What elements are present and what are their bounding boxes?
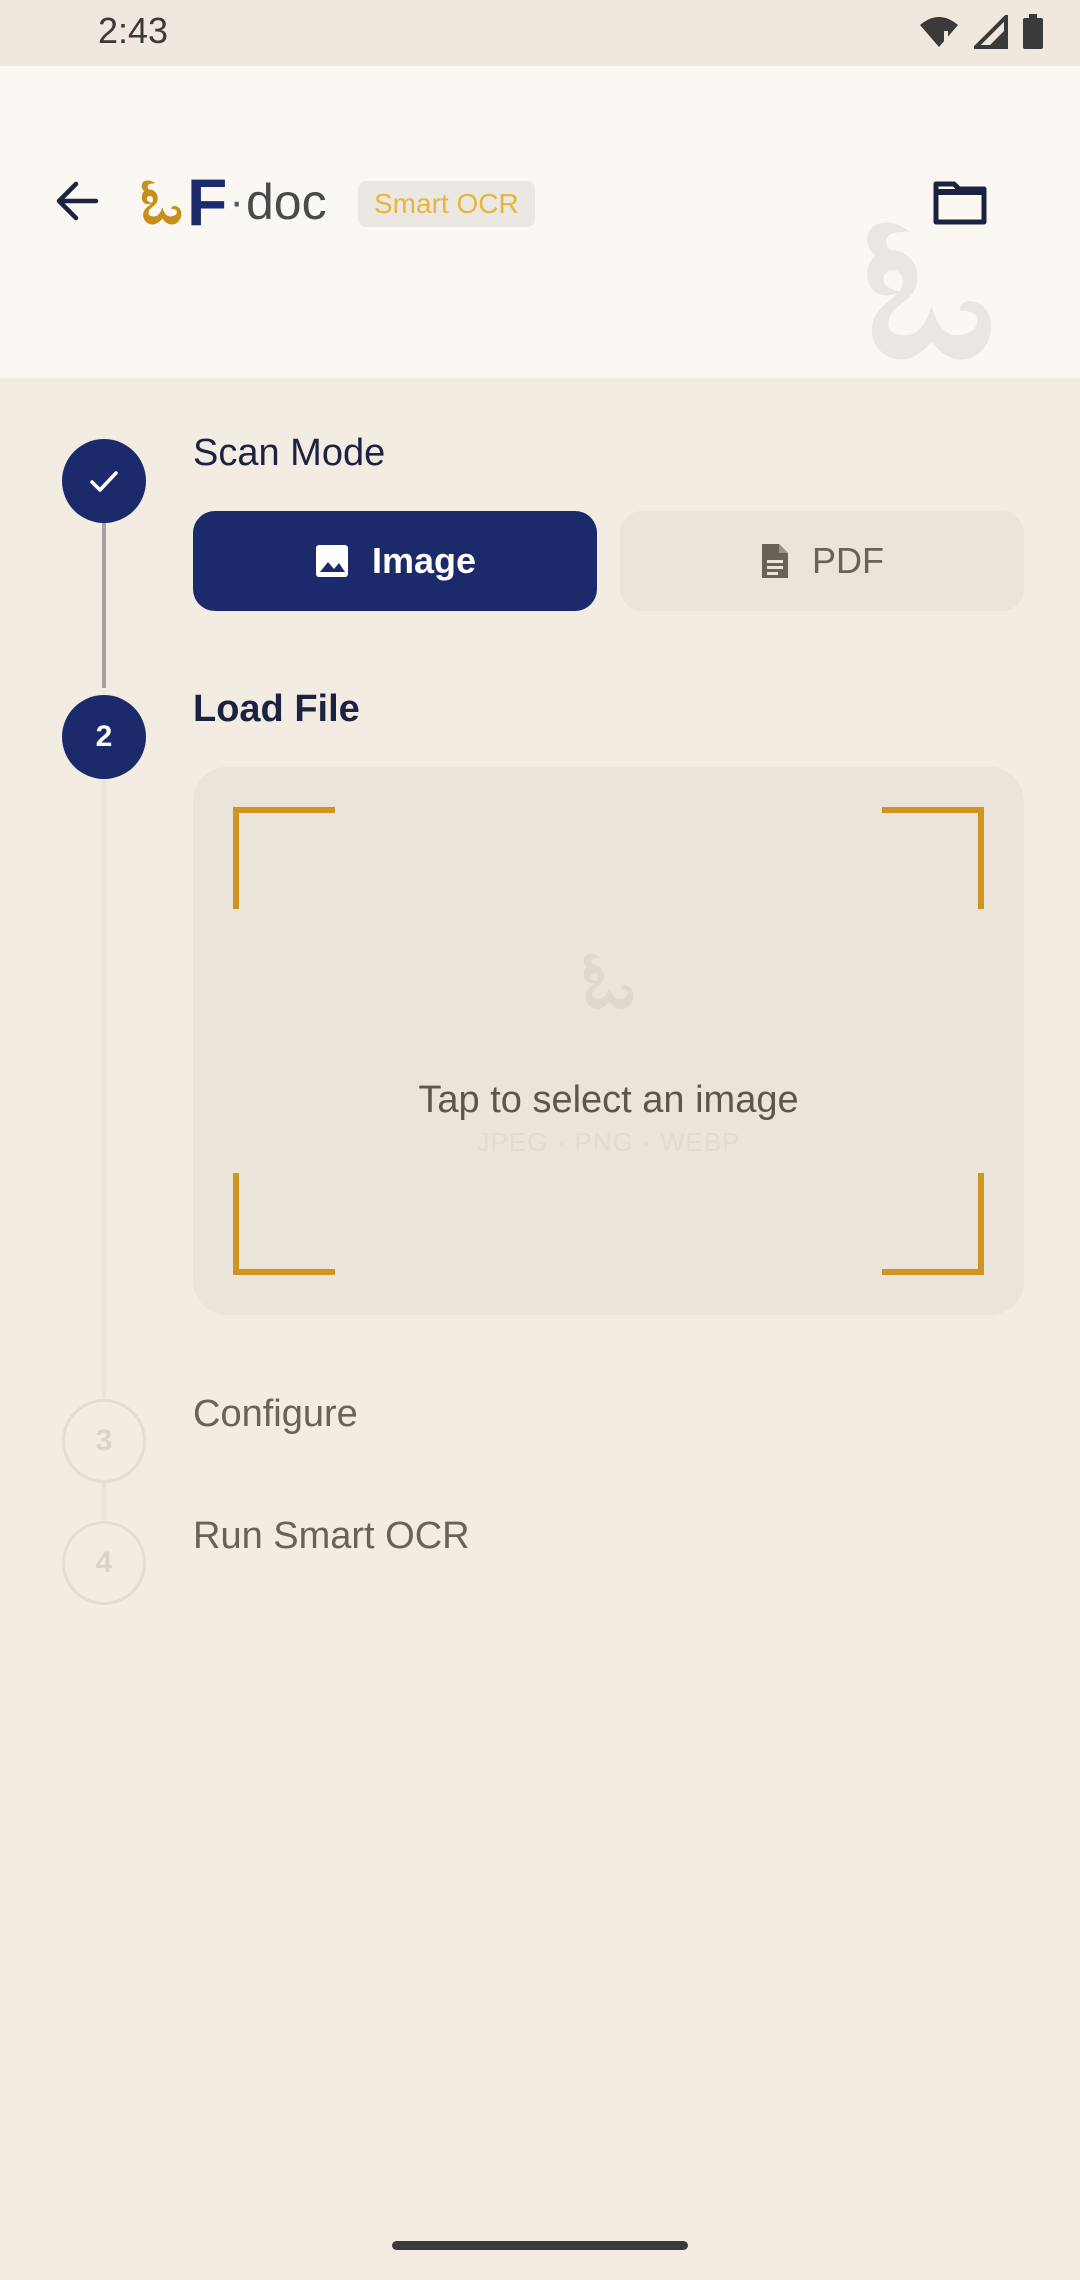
logo-script: ಓ [140, 164, 184, 239]
image-mode-label: Image [371, 540, 477, 581]
step-2-circle: 2 [62, 695, 146, 779]
step-connector-3 [102, 1482, 106, 1520]
app-header: ಓ ಓ F · doc Smart OCR [0, 66, 1080, 378]
step-3-circle: 3 [62, 1399, 146, 1483]
logo-dot: · [229, 177, 244, 226]
step-1-circle [62, 439, 146, 523]
app-logo: ಓ F · doc [140, 166, 327, 238]
home-indicator[interactable] [392, 2241, 688, 2250]
step-4-title: Run Smart OCR [193, 1515, 470, 1557]
frame-corner-bottom-right [882, 1173, 984, 1275]
dropzone-formats: JPEG · PNG · WEBP [476, 1127, 741, 1157]
document-icon [762, 544, 788, 578]
step-1-title: Scan Mode [193, 432, 386, 474]
arrow-left-icon[interactable] [54, 178, 100, 224]
checkmark-icon [90, 471, 118, 492]
smart-ocr-badge: Smart OCR [358, 181, 535, 227]
pdf-mode-label: PDF [812, 540, 884, 581]
pdf-mode-button[interactable]: PDF [620, 511, 1024, 611]
step-2-title: Load File [193, 688, 360, 730]
step-connector-2 [102, 778, 106, 1400]
step-connector-1 [102, 522, 106, 688]
dropzone-prompt: Tap to select an image [418, 1079, 799, 1121]
logo-letter: F [187, 165, 228, 239]
status-time: 2:43 [98, 10, 169, 51]
frame-corner-bottom-left [233, 1173, 335, 1275]
status-bar: 2:43 [0, 0, 1080, 66]
frame-corner-top-left [233, 807, 335, 909]
wifi-icon [920, 17, 958, 47]
status-icons [918, 14, 1044, 50]
battery-icon [1023, 14, 1043, 49]
folder-icon[interactable] [932, 180, 988, 226]
frame-corner-top-right [882, 807, 984, 909]
dropzone-logo-glyph: ಓ [581, 932, 636, 1026]
image-icon [315, 545, 348, 577]
image-dropzone[interactable]: ಓ Tap to select an image JPEG · PNG · WE… [193, 767, 1024, 1315]
logo-word: doc [246, 174, 327, 230]
signal-icon [974, 15, 1008, 49]
image-mode-button[interactable]: Image [193, 511, 597, 611]
step-4-circle: 4 [62, 1521, 146, 1605]
step-3-title: Configure [193, 1393, 358, 1435]
